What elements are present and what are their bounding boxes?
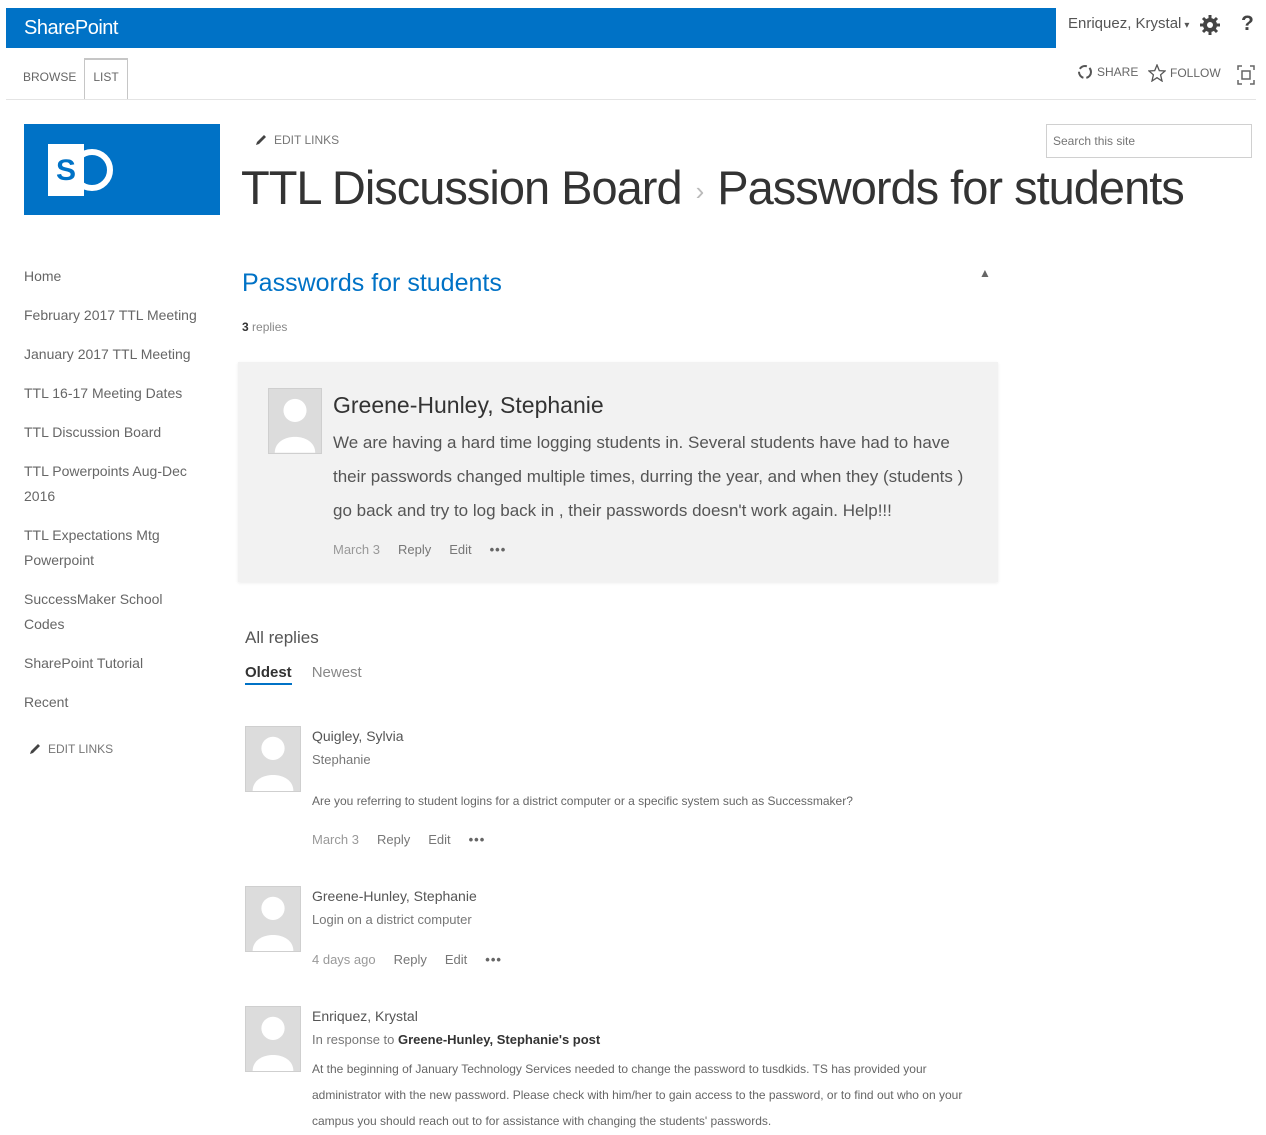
suite-bar: SharePoint [6,8,1056,48]
in-response-link[interactable]: Greene-Hunley, Stephanie's post [398,1032,600,1047]
edit-button[interactable]: Edit [428,832,450,847]
follow-star-icon [1148,64,1166,82]
reply-date: March 3 [312,832,359,847]
pencil-icon [256,135,266,145]
post-actions: March 3 Reply Edit ••• [333,542,506,557]
nav-item-home[interactable]: Home [24,264,204,289]
avatar-icon[interactable] [268,388,322,454]
edit-links-top[interactable]: EDIT LINKS [254,133,339,147]
avatar-icon[interactable] [245,886,301,952]
reply-item: Enriquez, Krystal In response to Greene-… [245,1006,1005,1135]
in-response-label: In response to [312,1032,395,1047]
nav-item-powerpoints[interactable]: TTL Powerpoints Aug-Dec 2016 [24,459,204,509]
share-icon [1078,65,1092,79]
edit-button[interactable]: Edit [445,952,467,967]
site-logo[interactable]: S [24,124,220,215]
caret-down-icon: ▾ [1184,20,1190,31]
page-subtitle: Passwords for students [717,161,1184,214]
reply-button[interactable]: Reply [377,832,410,847]
share-label: SHARE [1097,65,1139,79]
edit-links-nav-label: EDIT LINKS [48,742,114,756]
pencil-icon [30,744,40,754]
more-options-icon[interactable]: ••• [485,952,502,967]
reply-text: Are you referring to student logins for … [312,794,853,808]
user-menu[interactable]: Enriquez, Krystal ▾ [1068,15,1189,32]
breadcrumb-separator: › [695,176,705,207]
reply-text: Login on a district computer [312,912,472,927]
tab-browse[interactable]: BROWSE [17,58,82,100]
sort-newest[interactable]: Newest [312,664,362,685]
nav-item-meeting-dates[interactable]: TTL 16-17 Meeting Dates [24,381,204,406]
nav-item-discussion-board[interactable]: TTL Discussion Board [24,420,204,445]
share-button[interactable]: SHARE [1077,64,1138,80]
sharepoint-brand[interactable]: SharePoint [24,17,118,40]
sort-oldest[interactable]: Oldest [245,664,292,685]
nav-item-expectations[interactable]: TTL Expectations Mtg Powerpoint [24,523,204,573]
reply-item: Quigley, Sylvia Stephanie Are you referr… [245,726,1005,856]
reply-date: 4 days ago [312,952,376,967]
reply-mention: Stephanie [312,752,371,767]
reply-actions: 4 days ago Reply Edit ••• [312,952,502,967]
all-replies-heading: All replies [245,628,319,647]
nav-item-jan-meeting[interactable]: January 2017 TTL Meeting [24,342,204,367]
quick-launch: Home February 2017 TTL Meeting January 2… [24,264,204,729]
user-name: Enriquez, Krystal [1068,15,1182,32]
sort-tabs: Oldest Newest [245,664,362,685]
post-author[interactable]: Greene-Hunley, Stephanie [333,392,604,419]
reply-button[interactable]: Reply [394,952,427,967]
reply-author[interactable]: Enriquez, Krystal [312,1008,418,1024]
avatar-icon[interactable] [245,1006,301,1072]
reply-author[interactable]: Greene-Hunley, Stephanie [312,888,477,904]
edit-links-label: EDIT LINKS [274,133,340,147]
reply-count: 3 replies [242,320,287,334]
follow-label: FOLLOW [1170,66,1221,80]
original-post: Greene-Hunley, Stephanie We are having a… [238,362,998,582]
avatar-icon[interactable] [245,726,301,792]
nav-item-successmaker[interactable]: SuccessMaker School Codes [24,587,204,637]
reply-count-label: replies [252,320,288,334]
more-options-icon[interactable]: ••• [469,832,486,847]
thread-title: Passwords for students [242,269,502,297]
sharepoint-logo-icon: S [48,144,113,196]
help-icon[interactable]: ? [1241,12,1254,36]
reply-item: Greene-Hunley, Stephanie Login on a dist… [245,886,1005,986]
post-body: We are having a hard time logging studen… [333,433,964,520]
nav-item-recent[interactable]: Recent [24,690,204,715]
follow-button[interactable]: FOLLOW [1148,64,1221,82]
edit-links-nav[interactable]: EDIT LINKS [28,742,113,756]
nav-item-feb-meeting[interactable]: February 2017 TTL Meeting [24,303,204,328]
gear-icon[interactable] [1198,13,1222,37]
collapse-icon[interactable]: ▲ [979,266,991,280]
focus-icon[interactable] [1236,64,1256,86]
more-options-icon[interactable]: ••• [490,542,507,557]
reply-button[interactable]: Reply [398,542,431,557]
nav-item-sharepoint-tutorial[interactable]: SharePoint Tutorial [24,651,204,676]
svg-text:S: S [56,154,76,187]
ribbon-divider [6,99,1256,100]
tab-list[interactable]: LIST [84,58,128,100]
search-input[interactable] [1046,124,1252,158]
edit-button[interactable]: Edit [449,542,471,557]
in-response-line: In response to Greene-Hunley, Stephanie'… [312,1032,600,1047]
post-date: March 3 [333,542,380,557]
page-title: TTL Discussion Board › Passwords for stude… [241,160,1185,215]
reply-actions: March 3 Reply Edit ••• [312,832,485,847]
reply-author[interactable]: Quigley, Sylvia [312,728,404,744]
reply-count-number: 3 [242,320,249,334]
reply-text: At the beginning of January Technology S… [312,1062,963,1128]
site-title-link[interactable]: TTL Discussion Board [241,161,683,214]
